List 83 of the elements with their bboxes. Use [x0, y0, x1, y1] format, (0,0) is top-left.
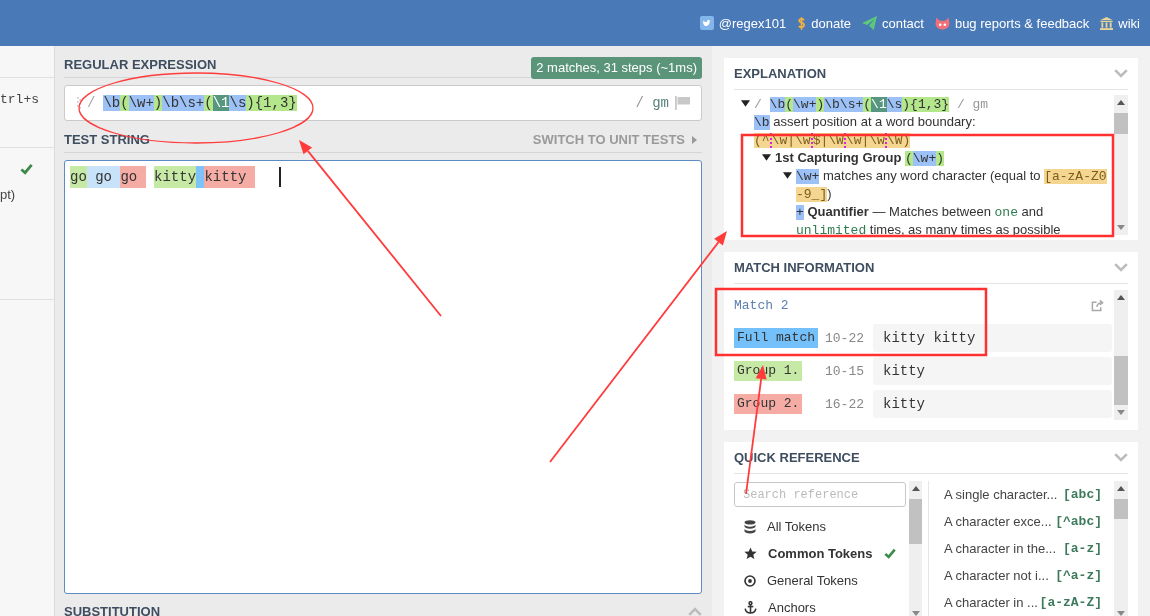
- scroll-up-icon[interactable]: [1117, 486, 1125, 491]
- match-title: Match 2: [734, 297, 789, 313]
- chevron-down-icon[interactable]: [1114, 453, 1128, 462]
- bird-icon: [699, 16, 714, 30]
- reference-token[interactable]: [a-zA-Z]: [1039, 595, 1102, 610]
- match-count-badge: 2 matches, 31 steps (~1ms): [531, 57, 702, 79]
- regex-flags[interactable]: / gm: [635, 95, 669, 111]
- scroll-down-icon[interactable]: [1117, 410, 1125, 415]
- scroll-down-icon[interactable]: [911, 611, 920, 616]
- expand-triangle-icon[interactable]: [762, 154, 771, 161]
- star-icon: [744, 547, 757, 560]
- flavor-text[interactable]: pt): [0, 187, 16, 203]
- section-title: TEST STRING: [64, 132, 150, 147]
- nav-link[interactable]: bug reports & feedback: [934, 15, 1090, 31]
- flag-icon[interactable]: [675, 96, 691, 110]
- reference-description[interactable]: A single character...: [944, 487, 1058, 502]
- category-item[interactable]: Common Tokens: [734, 540, 906, 567]
- dollar-icon: [797, 15, 807, 31]
- reference-token[interactable]: [abc]: [1063, 487, 1102, 502]
- scroll-up-icon[interactable]: [1117, 295, 1125, 300]
- drag-handle-icon[interactable]: [77, 96, 81, 110]
- building-icon: [1100, 16, 1114, 30]
- scroll-up-icon[interactable]: [1117, 100, 1125, 105]
- nav-link[interactable]: contact: [862, 15, 924, 31]
- caret-right-icon: [692, 135, 697, 144]
- database-icon: [744, 519, 756, 534]
- explanation-text: 1st Capturing Group (\w+): [775, 149, 946, 167]
- check-icon: [883, 548, 896, 559]
- explanation-text: + Quantifier — Matches between one and unlimited times, as many times as possible: [796, 203, 1062, 239]
- category-item[interactable]: All Tokens: [734, 513, 906, 540]
- scrollbar-thumb[interactable]: [1114, 356, 1128, 405]
- scrollbar-thumb[interactable]: [909, 499, 922, 544]
- chevron-down-icon[interactable]: [1114, 69, 1128, 78]
- text-cursor: [278, 167, 281, 187]
- nav-link[interactable]: wiki: [1100, 15, 1140, 31]
- category-item[interactable]: Anchors: [734, 594, 906, 616]
- regex-delimiter: /: [87, 95, 96, 111]
- group-label: Group 2.: [734, 394, 803, 414]
- match-value: kitty: [873, 390, 1112, 418]
- regex-pattern: \b(\w+)\b\s+(\1\s){1,3}: [103, 95, 297, 111]
- reference-description[interactable]: A character in the...: [944, 541, 1056, 556]
- nav-link[interactable]: @regex101: [699, 15, 787, 31]
- reference-token[interactable]: [^a-z]: [1055, 568, 1102, 583]
- panel-title: EXPLANATION: [734, 66, 827, 81]
- match-value: kitty kitty: [873, 324, 1112, 352]
- section-title: SUBSTITUTION: [64, 604, 161, 616]
- reference-description[interactable]: A character not i...: [944, 568, 1049, 583]
- chevron-up-icon[interactable]: [688, 607, 702, 616]
- test-string-text: go go go kitty kitty: [70, 166, 255, 188]
- anchor-icon: [744, 601, 757, 614]
- scroll-down-icon[interactable]: [1117, 611, 1125, 616]
- cat-face-icon: [934, 16, 950, 30]
- target-icon: [744, 574, 756, 587]
- regex-field[interactable]: / \b(\w+)\b\s+(\1\s){1,3} / gm: [64, 85, 702, 121]
- match-range: 10-22: [825, 330, 865, 346]
- scroll-up-icon[interactable]: [911, 486, 920, 491]
- shortcut-text: trl+s: [0, 92, 39, 108]
- expand-triangle-icon[interactable]: [741, 100, 750, 107]
- reference-description[interactable]: A character exce...: [944, 514, 1052, 529]
- group-label: Full match: [734, 328, 818, 348]
- reference-description[interactable]: A character in ...: [944, 595, 1038, 610]
- paper-plane-icon: [862, 15, 877, 31]
- scrollbar-thumb[interactable]: [1114, 499, 1128, 519]
- test-string-field[interactable]: go go go kitty kitty: [64, 160, 702, 594]
- scrollbar-thumb[interactable]: [1114, 113, 1128, 134]
- match-value: kitty: [873, 357, 1112, 385]
- scroll-down-icon[interactable]: [1117, 225, 1125, 230]
- scrollbar[interactable]: [909, 481, 922, 616]
- match-range: 10-15: [825, 363, 865, 379]
- match-range: 16-22: [825, 396, 865, 412]
- chevron-down-icon[interactable]: [1114, 263, 1128, 272]
- search-field[interactable]: Search reference: [734, 482, 906, 507]
- category-item[interactable]: General Tokens: [734, 567, 906, 594]
- share-icon[interactable]: [1091, 298, 1104, 312]
- reference-token[interactable]: [a-z]: [1063, 541, 1102, 556]
- scrollbar[interactable]: [1114, 290, 1128, 420]
- scrollbar[interactable]: [1114, 95, 1128, 235]
- expand-triangle-icon[interactable]: [783, 172, 792, 179]
- nav-link[interactable]: donate: [797, 15, 851, 31]
- panel-title: MATCH INFORMATION: [734, 260, 875, 275]
- reference-token[interactable]: [^abc]: [1055, 514, 1102, 529]
- section-title: REGULAR EXPRESSION: [64, 57, 217, 72]
- scrollbar[interactable]: [1114, 481, 1128, 616]
